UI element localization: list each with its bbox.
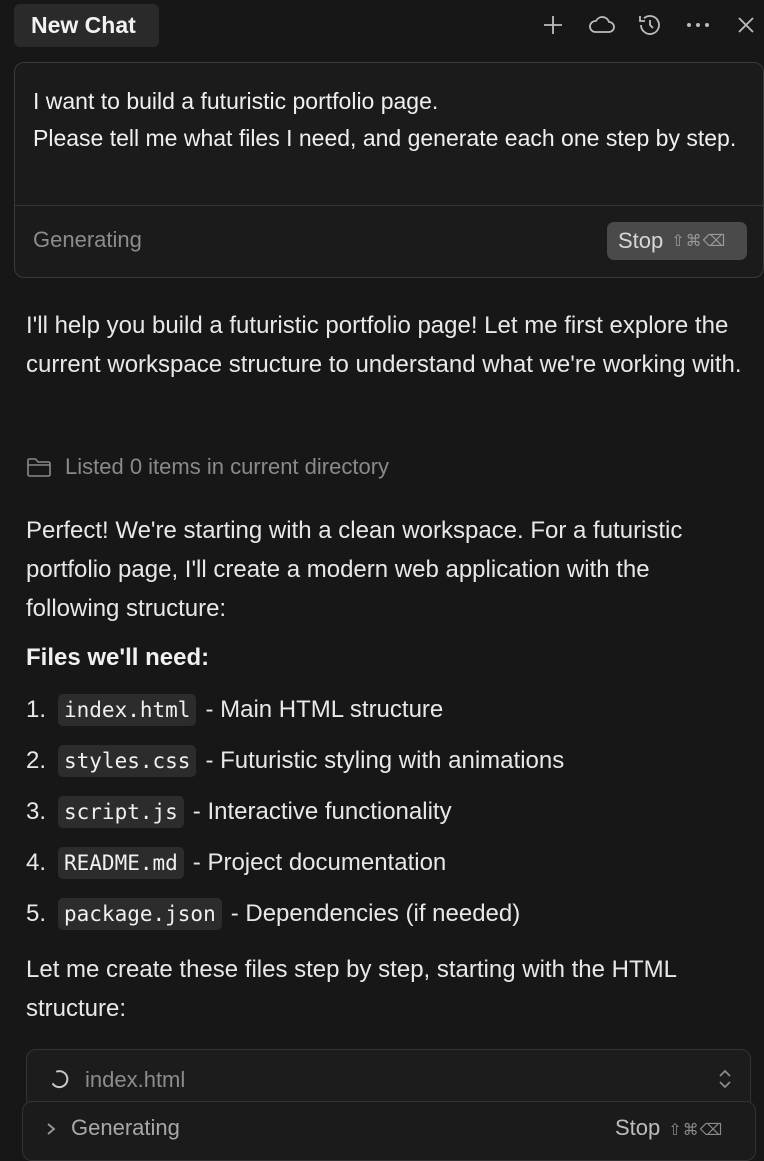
file-name-code: README.md (58, 847, 184, 879)
assistant-para-3: Let me create these files step by step, … (26, 956, 677, 1022)
list-number: 1. (26, 696, 47, 723)
stop-button[interactable]: Stop ⇧⌘⌫ (607, 222, 747, 260)
file-card-filename: index.html (85, 1067, 186, 1092)
list-number: 4. (26, 849, 47, 876)
stop-shortcut: ⇧⌘⌫ (671, 233, 727, 250)
files-heading: Files we'll need: (26, 644, 210, 671)
assistant-intro: I'll help you build a futuristic portfol… (26, 312, 742, 378)
close-icon[interactable] (731, 10, 761, 40)
prompt-divider (15, 205, 763, 206)
bottom-stop-shortcut: ⇧⌘⌫ (668, 1122, 724, 1139)
bottom-stop-button[interactable]: Stop ⇧⌘⌫ (615, 1115, 723, 1141)
expand-collapse-icon[interactable] (715, 1067, 735, 1091)
file-name-code: index.html (58, 694, 197, 726)
spinner-icon (52, 1070, 69, 1089)
chevron-right-icon[interactable] (45, 1118, 57, 1140)
list-number: 2. (26, 747, 47, 774)
assistant-para-2: Perfect! We're starting with a clean wor… (26, 517, 683, 622)
user-prompt-text: I want to build a futuristic portfolio p… (33, 83, 758, 157)
list-item: 3. script.js - Interactive functionality (26, 794, 452, 830)
list-number: 5. (26, 900, 47, 927)
prompt-line-2: Please tell me what files I need, and ge… (33, 125, 737, 151)
file-description: - Dependencies (if needed) (230, 900, 521, 927)
history-icon[interactable] (635, 10, 665, 40)
list-item: 2. styles.css - Futuristic styling with … (26, 743, 564, 779)
list-number: 3. (26, 798, 47, 825)
tab-new-chat[interactable]: New Chat (14, 4, 159, 47)
file-name-code: package.json (58, 898, 222, 930)
cloud-icon[interactable] (587, 10, 617, 40)
tool-call-label: Listed 0 items in current directory (65, 454, 390, 479)
file-description: - Main HTML structure (205, 696, 444, 723)
file-description: - Interactive functionality (192, 798, 452, 825)
list-item: 4. README.md - Project documentation (26, 845, 446, 881)
folder-icon (27, 458, 51, 477)
user-prompt-box: I want to build a futuristic portfolio p… (14, 62, 764, 278)
file-name-code: styles.css (58, 745, 197, 777)
tool-call-list-dir[interactable]: Listed 0 items in current directory (26, 452, 389, 482)
tab-bar: New Chat (0, 0, 764, 52)
tab-title: New Chat (31, 12, 136, 38)
prompt-line-1: I want to build a futuristic portfolio p… (33, 88, 439, 114)
bottom-stop-label: Stop (615, 1115, 661, 1140)
more-icon[interactable] (683, 10, 713, 40)
file-description: - Futuristic styling with animations (205, 747, 565, 774)
file-name-code: script.js (58, 796, 184, 828)
file-description: - Project documentation (192, 849, 447, 876)
list-item: 1. index.html - Main HTML structure (26, 692, 443, 728)
prompt-status: Generating (33, 227, 142, 252)
plus-icon[interactable] (538, 10, 568, 40)
generating-bar: Generating Stop ⇧⌘⌫ (22, 1101, 756, 1161)
stop-button-label: Stop (618, 228, 664, 253)
list-item: 5. package.json - Dependencies (if neede… (26, 896, 520, 932)
file-edit-card[interactable]: index.html (26, 1049, 751, 1109)
generating-status[interactable]: Generating (71, 1115, 180, 1141)
